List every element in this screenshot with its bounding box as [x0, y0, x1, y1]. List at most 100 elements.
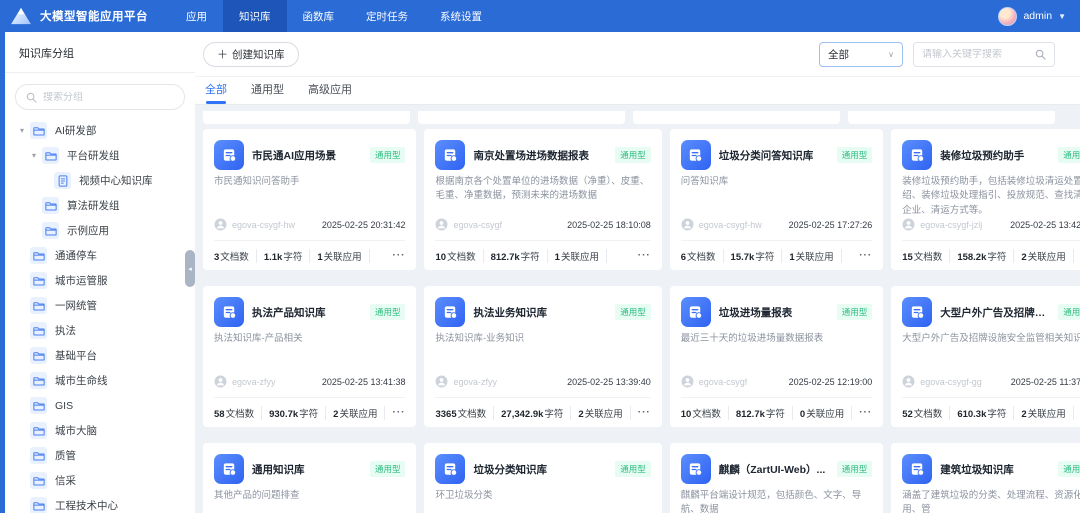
stat-label: 关联应用: [561, 252, 599, 263]
sidebar-group-item[interactable]: ▾平台研发组: [5, 143, 195, 168]
folder-icon: [30, 447, 47, 464]
more-button[interactable]: ···: [638, 407, 651, 418]
card-title: 垃圾进场量报表: [719, 305, 832, 320]
sidebar-group-item[interactable]: 质管: [5, 443, 195, 468]
owner-name: egova-zfyy: [453, 377, 497, 387]
stat-label: 字符: [755, 252, 774, 263]
tab-2[interactable]: 通用型: [251, 81, 284, 104]
type-badge: 通用型: [370, 461, 406, 477]
create-kb-button[interactable]: ＋ 创建知识库: [203, 42, 299, 67]
card-header: 大型户外广告及招牌设...通用型: [902, 297, 1080, 327]
nav-item-1[interactable]: 应用: [170, 0, 223, 32]
kb-card[interactable]: 通用知识库通用型其他产品的问题排查: [203, 443, 416, 513]
card-title: 南京处置场进场数据报表: [473, 148, 610, 163]
nav-item-2[interactable]: 知识库: [223, 0, 287, 32]
card-stats-row: 3365文档数27,342.9k字符2关联应用···: [435, 397, 650, 427]
stat-number: 58: [214, 409, 225, 420]
stat-item: 930.7k字符: [269, 406, 326, 420]
nav-item-5[interactable]: 系统设置: [424, 0, 498, 32]
kb-card[interactable]: 大型户外广告及招牌设...通用型大型户外广告及招牌设施安全监管相关知识库egov…: [891, 286, 1080, 427]
sidebar-group-item[interactable]: GIS: [5, 393, 195, 418]
more-button[interactable]: ···: [859, 250, 872, 261]
stat-item: 15.7k字符: [731, 249, 783, 263]
more-button[interactable]: ···: [859, 407, 872, 418]
stat-label: 文档数: [914, 409, 943, 420]
group-label: 城市运管服: [55, 273, 108, 288]
sidebar-group-item[interactable]: 信采: [5, 468, 195, 493]
card-stats-row: 58文档数930.7k字符2关联应用···: [214, 397, 405, 427]
card-title: 大型户外广告及招牌设...: [940, 305, 1053, 320]
kb-card[interactable]: 垃圾分类知识库通用型环卫垃圾分类: [424, 443, 661, 513]
user-menu[interactable]: admin ▼: [998, 7, 1066, 26]
more-button[interactable]: ···: [392, 407, 405, 418]
sidebar-group-item[interactable]: 城市生命线: [5, 368, 195, 393]
tree-caret-icon[interactable]: ▾: [29, 151, 39, 160]
card-bottom-strip: [203, 111, 410, 124]
kb-card[interactable]: 执法产品知识库通用型执法知识库-产品相关egova-zfyy2025-02-25…: [203, 286, 416, 427]
toolbar: ＋ 创建知识库 全部 ∨: [195, 32, 1080, 76]
folder-icon: [42, 197, 59, 214]
card-updated-date: 2025-02-25 20:31:42: [322, 220, 406, 230]
group-search-input[interactable]: [43, 92, 174, 103]
stat-number: 2: [1021, 252, 1026, 263]
type-filter-select[interactable]: 全部 ∨: [819, 42, 903, 67]
sidebar-collapse-handle[interactable]: ◂: [185, 250, 195, 287]
kb-card[interactable]: 市民通AI应用场景通用型市民通知识问答助手egova-csygf-hw2025-…: [203, 129, 416, 270]
stat-item: 2关联应用: [578, 406, 630, 420]
sidebar-group-item[interactable]: 一网统管: [5, 293, 195, 318]
tab-3[interactable]: 高级应用: [308, 81, 352, 104]
more-button[interactable]: ···: [392, 250, 405, 261]
kb-card[interactable]: 南京处置场进场数据报表通用型根据南京各个处置单位的进场数据（净重）、皮重、毛重、…: [424, 129, 661, 270]
group-search-box[interactable]: [15, 84, 185, 110]
keyword-search-box[interactable]: [913, 42, 1055, 67]
sidebar-group-item[interactable]: 通通停车: [5, 243, 195, 268]
kb-card[interactable]: 建筑垃圾知识库通用型涵盖了建筑垃圾的分类、处理流程、资源化利用、管: [891, 443, 1080, 513]
stat-number: 10: [435, 252, 446, 263]
nav-item-3[interactable]: 函数库: [287, 0, 351, 32]
keyword-search-input[interactable]: [922, 49, 1031, 60]
user-caret-down-icon: ▼: [1058, 12, 1066, 21]
sidebar-group-item[interactable]: 算法研发组: [5, 193, 195, 218]
card-bottom-strip: [633, 111, 840, 124]
kb-card[interactable]: 麒麟（ZartUI-Web）...通用型麒麟平台端设计规范，包括颜色、文字、导航…: [670, 443, 883, 513]
folder-icon: [30, 347, 47, 364]
card-owner-row: egova-csygf-hw2025-02-25 17:27:26: [681, 218, 872, 240]
sidebar-group-item[interactable]: 城市运管服: [5, 268, 195, 293]
sidebar-group-item[interactable]: 视频中心知识库: [5, 168, 195, 193]
sidebar-group-item[interactable]: ▾AI研发部: [5, 118, 195, 143]
card-bottom-strip: [418, 111, 625, 124]
stat-number: 1.1k: [264, 252, 283, 263]
main-content: ＋ 创建知识库 全部 ∨ 全部通用型高级应用 市: [195, 32, 1080, 513]
sidebar-group-item[interactable]: 城市大脑: [5, 418, 195, 443]
app-logo-icon: [10, 7, 32, 25]
stat-number: 0: [800, 409, 805, 420]
chevron-down-icon: ∨: [888, 50, 894, 59]
card-description: 问答知识库: [681, 175, 872, 189]
stat-item: 1关联应用: [789, 249, 841, 263]
card-title: 执法产品知识库: [252, 305, 365, 320]
tree-caret-icon[interactable]: ▾: [17, 126, 27, 135]
nav-item-4[interactable]: 定时任务: [350, 0, 424, 32]
more-button[interactable]: ···: [638, 250, 651, 261]
folder-icon: [42, 147, 59, 164]
tab-1[interactable]: 全部: [205, 81, 227, 104]
sidebar-group-item[interactable]: 基础平台: [5, 343, 195, 368]
card-title: 执法业务知识库: [473, 305, 610, 320]
kb-card[interactable]: 装修垃圾预约助手通用型装修垃圾预约助手，包括装修垃圾清运处置介绍、装修垃圾处理指…: [891, 129, 1080, 270]
card-title: 通用知识库: [252, 462, 365, 477]
folder-icon: [42, 222, 59, 239]
group-label: 执法: [55, 323, 76, 338]
stat-number: 6: [681, 252, 686, 263]
kb-card[interactable]: 垃圾分类问答知识库通用型问答知识库egova-csygf-hw2025-02-2…: [670, 129, 883, 270]
sidebar-group-item[interactable]: 执法: [5, 318, 195, 343]
group-tree: ▾AI研发部▾平台研发组视频中心知识库算法研发组示例应用通通停车城市运管服一网统…: [5, 118, 195, 513]
folder-icon: [30, 422, 47, 439]
kb-card[interactable]: 垃圾进场量报表通用型最近三十天的垃圾进场量数据报表egova-csygf2025…: [670, 286, 883, 427]
kb-card[interactable]: 执法业务知识库通用型执法知识库-业务知识egova-zfyy2025-02-25…: [424, 286, 661, 427]
card-stats-row: 10文档数812.7k字符0关联应用···: [681, 397, 872, 427]
card-updated-date: 2025-02-25 13:42:43: [1010, 220, 1080, 230]
user-avatar[interactable]: [998, 7, 1017, 26]
sidebar-group-item[interactable]: 工程技术中心: [5, 493, 195, 513]
sidebar-group-item[interactable]: 示例应用: [5, 218, 195, 243]
owner-avatar-icon: [902, 218, 915, 231]
